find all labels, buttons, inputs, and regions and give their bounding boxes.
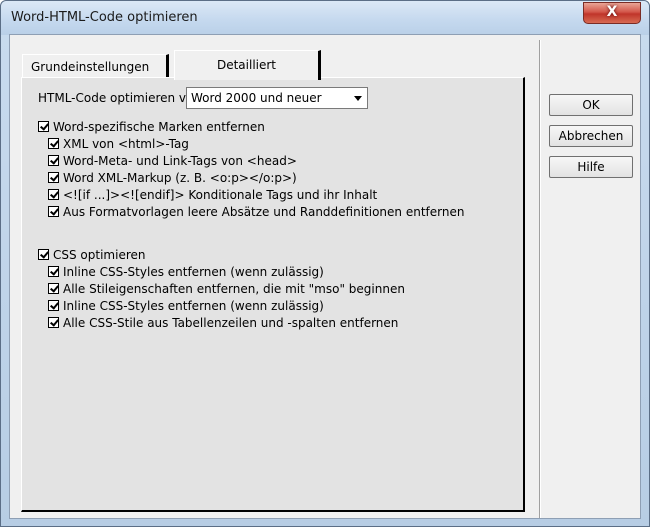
word-version-value: Word 2000 und neuer — [191, 91, 322, 105]
checkbox-label: Alle Stileigenschaften entfernen, die mi… — [63, 282, 405, 296]
checkbox-label: Aus Formatvorlagen leere Absätze und Ran… — [63, 205, 465, 219]
chevron-down-icon — [354, 96, 362, 101]
checkbox-label: Inline CSS-Styles entfernen (wenn zuläss… — [63, 265, 324, 279]
checkbox-label: Word-Meta- und Link-Tags von <head> — [63, 154, 297, 168]
checkbox-label: Inline CSS-Styles entfernen (wenn zuläss… — [63, 299, 324, 313]
checkbox-table-css[interactable]: Alle CSS-Stile aus Tabellenzeilen und -s… — [48, 316, 398, 330]
checkbox-checked-icon[interactable] — [48, 300, 59, 311]
checkbox-css-optimize[interactable]: CSS optimieren — [38, 248, 146, 262]
checkbox-label: Alle CSS-Stile aus Tabellenzeilen und -s… — [63, 316, 399, 330]
tab-label: Grundeinstellungen — [31, 60, 150, 74]
tab-panel-detailliert: HTML-Code optimieren von Word 2000 und n… — [21, 77, 525, 512]
checkbox-label: Word XML-Markup (z. B. <o:p></o:p>) — [63, 171, 297, 185]
checkbox-inline-css-1[interactable]: Inline CSS-Styles entfernen (wenn zuläss… — [48, 265, 324, 279]
checkbox-checked-icon[interactable] — [38, 121, 49, 132]
tab-grundeinstellungen[interactable]: Grundeinstellungen — [22, 54, 169, 78]
checkbox-checked-icon[interactable] — [48, 172, 59, 183]
cancel-button[interactable]: Abbrechen — [549, 125, 633, 147]
tab-detailliert[interactable]: Detailliert — [174, 50, 321, 80]
checkbox-inline-css-2[interactable]: Inline CSS-Styles entfernen (wenn zuläss… — [48, 299, 324, 313]
checkbox-conditional-tags[interactable]: <![if ...]><![endif]> Konditionale Tags … — [48, 188, 377, 202]
word-version-select[interactable]: Word 2000 und neuer — [186, 87, 368, 109]
checkbox-label: <![if ...]><![endif]> Konditionale Tags … — [63, 188, 378, 202]
optimize-from-label: HTML-Code optimieren von — [38, 91, 201, 105]
checkbox-word-xml-markup[interactable]: Word XML-Markup (z. B. <o:p></o:p>) — [48, 171, 297, 185]
checkbox-checked-icon[interactable] — [48, 266, 59, 277]
checkbox-checked-icon[interactable] — [48, 283, 59, 294]
tab-label: Detailliert — [216, 58, 277, 72]
dialog-client-area: Grundeinstellungen Detailliert HTML-Code… — [9, 34, 641, 519]
checkbox-label: CSS optimieren — [53, 248, 146, 262]
checkbox-checked-icon[interactable] — [48, 317, 59, 328]
checkbox-checked-icon[interactable] — [48, 206, 59, 217]
checkbox-word-meta-link[interactable]: Word-Meta- und Link-Tags von <head> — [48, 154, 297, 168]
ok-button[interactable]: OK — [549, 94, 633, 116]
close-button[interactable]: X — [583, 2, 641, 24]
checkbox-label: XML von <html>-Tag — [63, 137, 189, 151]
checkbox-label: Word-spezifische Marken entfernen — [53, 120, 265, 134]
checkbox-empty-paragraphs[interactable]: Aus Formatvorlagen leere Absätze und Ran… — [48, 205, 464, 219]
window-title: Word-HTML-Code optimieren — [11, 10, 198, 25]
dialog-window: Word-HTML-Code optimieren X Grundeinstel… — [0, 0, 650, 527]
title-bar[interactable]: Word-HTML-Code optimieren X — [1, 1, 649, 35]
close-icon: X — [606, 4, 618, 20]
checkbox-checked-icon[interactable] — [38, 249, 49, 260]
checkbox-checked-icon[interactable] — [48, 155, 59, 166]
checkbox-xml-html-tag[interactable]: XML von <html>-Tag — [48, 137, 189, 151]
checkbox-checked-icon[interactable] — [48, 189, 59, 200]
checkbox-checked-icon[interactable] — [48, 138, 59, 149]
checkbox-mso-properties[interactable]: Alle Stileigenschaften entfernen, die mi… — [48, 282, 405, 296]
vertical-divider — [539, 40, 541, 518]
checkbox-word-specific[interactable]: Word-spezifische Marken entfernen — [38, 120, 265, 134]
help-button[interactable]: Hilfe — [549, 156, 633, 178]
